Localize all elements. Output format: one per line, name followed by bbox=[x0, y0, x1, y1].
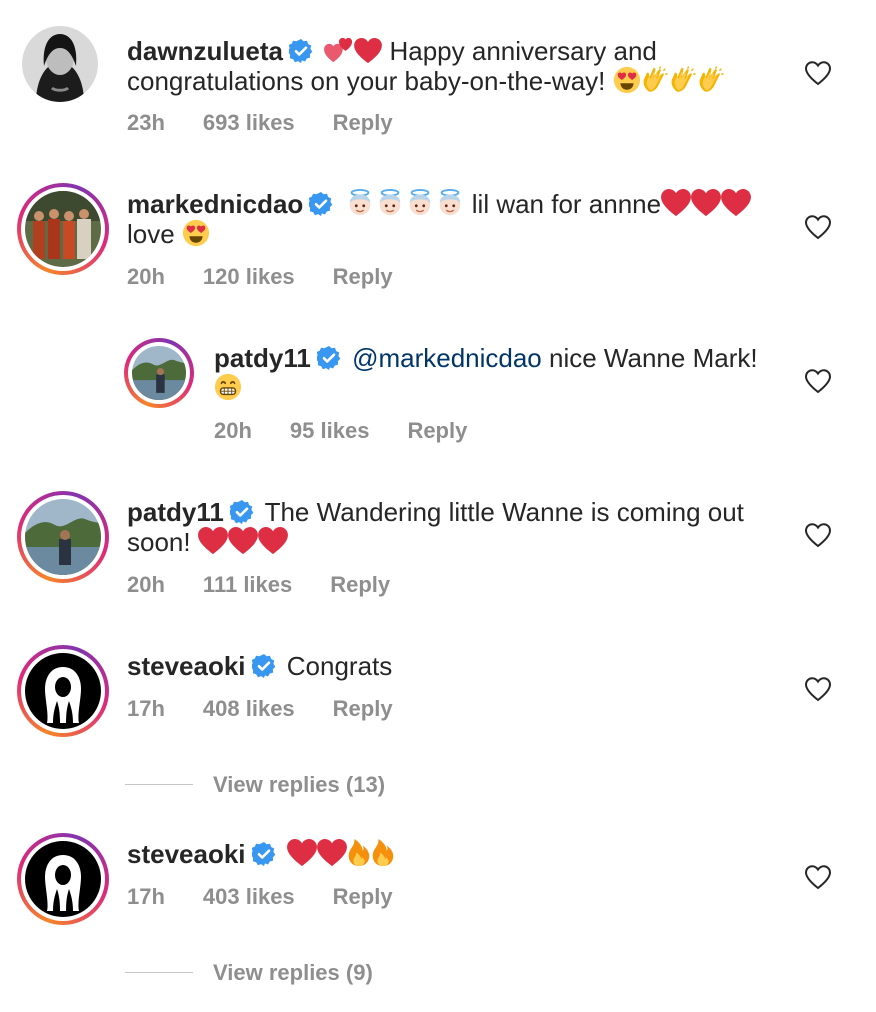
verified-badge-icon bbox=[317, 346, 341, 370]
comment-body: patdy11 The Wandering little Wanne is co… bbox=[127, 497, 767, 557]
red-heart-emoji-icon bbox=[228, 527, 258, 555]
like-heart-icon[interactable] bbox=[804, 368, 832, 394]
like-heart-icon[interactable] bbox=[804, 864, 832, 890]
heart-eyes-emoji-icon bbox=[613, 66, 641, 94]
reply-button[interactable]: Reply bbox=[333, 110, 393, 135]
comment-likes[interactable]: 120 likes bbox=[203, 264, 295, 289]
verified-badge-icon bbox=[289, 39, 313, 63]
fire-emoji-icon bbox=[347, 839, 371, 867]
comment-body: steveaoki Congrats bbox=[127, 651, 767, 681]
red-heart-emoji-icon bbox=[258, 527, 288, 555]
comment-meta: 17h 403 likes Reply bbox=[127, 884, 431, 910]
comment-username[interactable]: steveaoki bbox=[127, 839, 246, 869]
comment-text-line2: congratulations on your baby-on-the-way! bbox=[127, 66, 606, 96]
reply-button[interactable]: Reply bbox=[407, 418, 467, 443]
avatar[interactable] bbox=[124, 338, 194, 408]
like-heart-icon[interactable] bbox=[804, 522, 832, 548]
baby-angel-emoji-icon bbox=[375, 189, 405, 217]
comment-time: 17h bbox=[127, 884, 165, 909]
avatar-image bbox=[25, 499, 101, 575]
two-hearts-emoji-icon bbox=[324, 36, 354, 64]
heart-eyes-emoji-icon bbox=[182, 219, 210, 247]
comment-username[interactable]: steveaoki bbox=[127, 651, 246, 681]
red-heart-emoji-icon bbox=[198, 527, 228, 555]
comment-username[interactable]: patdy11 bbox=[127, 497, 224, 527]
clap-emoji-icon bbox=[641, 66, 669, 94]
avatar[interactable] bbox=[17, 645, 109, 737]
comment-username[interactable]: markednicdao bbox=[127, 189, 303, 219]
reply-button[interactable]: Reply bbox=[330, 572, 390, 597]
comment-text-line1: The Wandering little Wanne is coming out bbox=[264, 497, 744, 527]
reply-button[interactable]: Reply bbox=[333, 696, 393, 721]
red-heart-emoji-icon bbox=[287, 839, 317, 867]
avatar-image bbox=[132, 346, 186, 400]
comment-meta: 20h 120 likes Reply bbox=[127, 264, 431, 290]
baby-angel-emoji-icon bbox=[435, 189, 465, 217]
comment-meta: 23h 693 likes Reply bbox=[127, 110, 431, 136]
red-heart-emoji-icon bbox=[691, 189, 721, 217]
view-replies-button[interactable]: View replies (13) bbox=[125, 772, 385, 798]
avatar[interactable] bbox=[22, 26, 98, 102]
comment-body: markednicdao lil wan for annne love bbox=[127, 189, 767, 249]
fire-emoji-icon bbox=[371, 839, 395, 867]
comment-time: 20h bbox=[127, 264, 165, 289]
red-heart-emoji-icon bbox=[317, 839, 347, 867]
view-replies-button[interactable]: View replies (9) bbox=[125, 960, 373, 986]
like-heart-icon[interactable] bbox=[804, 60, 832, 86]
red-heart-emoji-icon bbox=[354, 38, 382, 64]
red-heart-emoji-icon bbox=[721, 189, 751, 217]
verified-badge-icon bbox=[230, 500, 254, 524]
comment-body: steveaoki bbox=[127, 839, 767, 869]
comment-likes[interactable]: 408 likes bbox=[203, 696, 295, 721]
verified-badge-icon bbox=[252, 654, 276, 678]
comment-username[interactable]: dawnzulueta bbox=[127, 36, 283, 66]
comment-text-line1: Congrats bbox=[286, 651, 393, 681]
avatar[interactable] bbox=[17, 183, 109, 275]
avatar-image bbox=[22, 26, 98, 102]
comment-body: patdy11 @markednicdao nice Wanne Mark! bbox=[214, 343, 854, 403]
clap-emoji-icon bbox=[697, 66, 725, 94]
comment-time: 20h bbox=[214, 418, 252, 443]
reply-button[interactable]: Reply bbox=[333, 264, 393, 289]
comment-text-line2: love bbox=[127, 219, 175, 249]
comment-meta: 17h 408 likes Reply bbox=[127, 696, 431, 722]
like-heart-icon[interactable] bbox=[804, 676, 832, 702]
clap-emoji-icon bbox=[669, 66, 697, 94]
avatar-image bbox=[25, 653, 101, 729]
comment-username[interactable]: patdy11 bbox=[214, 343, 311, 373]
comment-likes[interactable]: 403 likes bbox=[203, 884, 295, 909]
view-replies-label[interactable]: View replies (9) bbox=[213, 960, 373, 985]
comment-text-line1: lil wan for annne bbox=[471, 189, 662, 219]
like-heart-icon[interactable] bbox=[804, 214, 832, 240]
mention-link[interactable]: @markednicdao bbox=[352, 343, 542, 373]
comment-likes[interactable]: 95 likes bbox=[290, 418, 370, 443]
view-replies-divider bbox=[125, 972, 193, 973]
comment-text-line1: nice Wanne Mark! bbox=[549, 343, 758, 373]
comment-likes[interactable]: 111 likes bbox=[203, 572, 292, 597]
avatar[interactable] bbox=[17, 491, 109, 583]
view-replies-label[interactable]: View replies (13) bbox=[213, 772, 385, 797]
red-heart-emoji-icon bbox=[661, 189, 691, 217]
avatar-image bbox=[25, 191, 101, 267]
avatar-image bbox=[25, 841, 101, 917]
comment-text-line2: soon! bbox=[127, 527, 191, 557]
comment-body: dawnzulueta Happy anniversary and congra… bbox=[127, 36, 767, 96]
avatar[interactable] bbox=[17, 833, 109, 925]
comment-text-line1: Happy anniversary and bbox=[389, 36, 657, 66]
comment-time: 17h bbox=[127, 696, 165, 721]
verified-badge-icon bbox=[252, 842, 276, 866]
verified-badge-icon bbox=[309, 192, 333, 216]
comment-likes[interactable]: 693 likes bbox=[203, 110, 295, 135]
grin-emoji-icon bbox=[214, 373, 242, 401]
baby-angel-emoji-icon bbox=[405, 189, 435, 217]
comment-meta: 20h 111 likes Reply bbox=[127, 572, 428, 598]
view-replies-divider bbox=[125, 784, 193, 785]
comment-time: 23h bbox=[127, 110, 165, 135]
baby-angel-emoji-icon bbox=[345, 189, 375, 217]
reply-button[interactable]: Reply bbox=[333, 884, 393, 909]
comment-meta: 20h 95 likes Reply bbox=[214, 418, 505, 444]
comment-time: 20h bbox=[127, 572, 165, 597]
